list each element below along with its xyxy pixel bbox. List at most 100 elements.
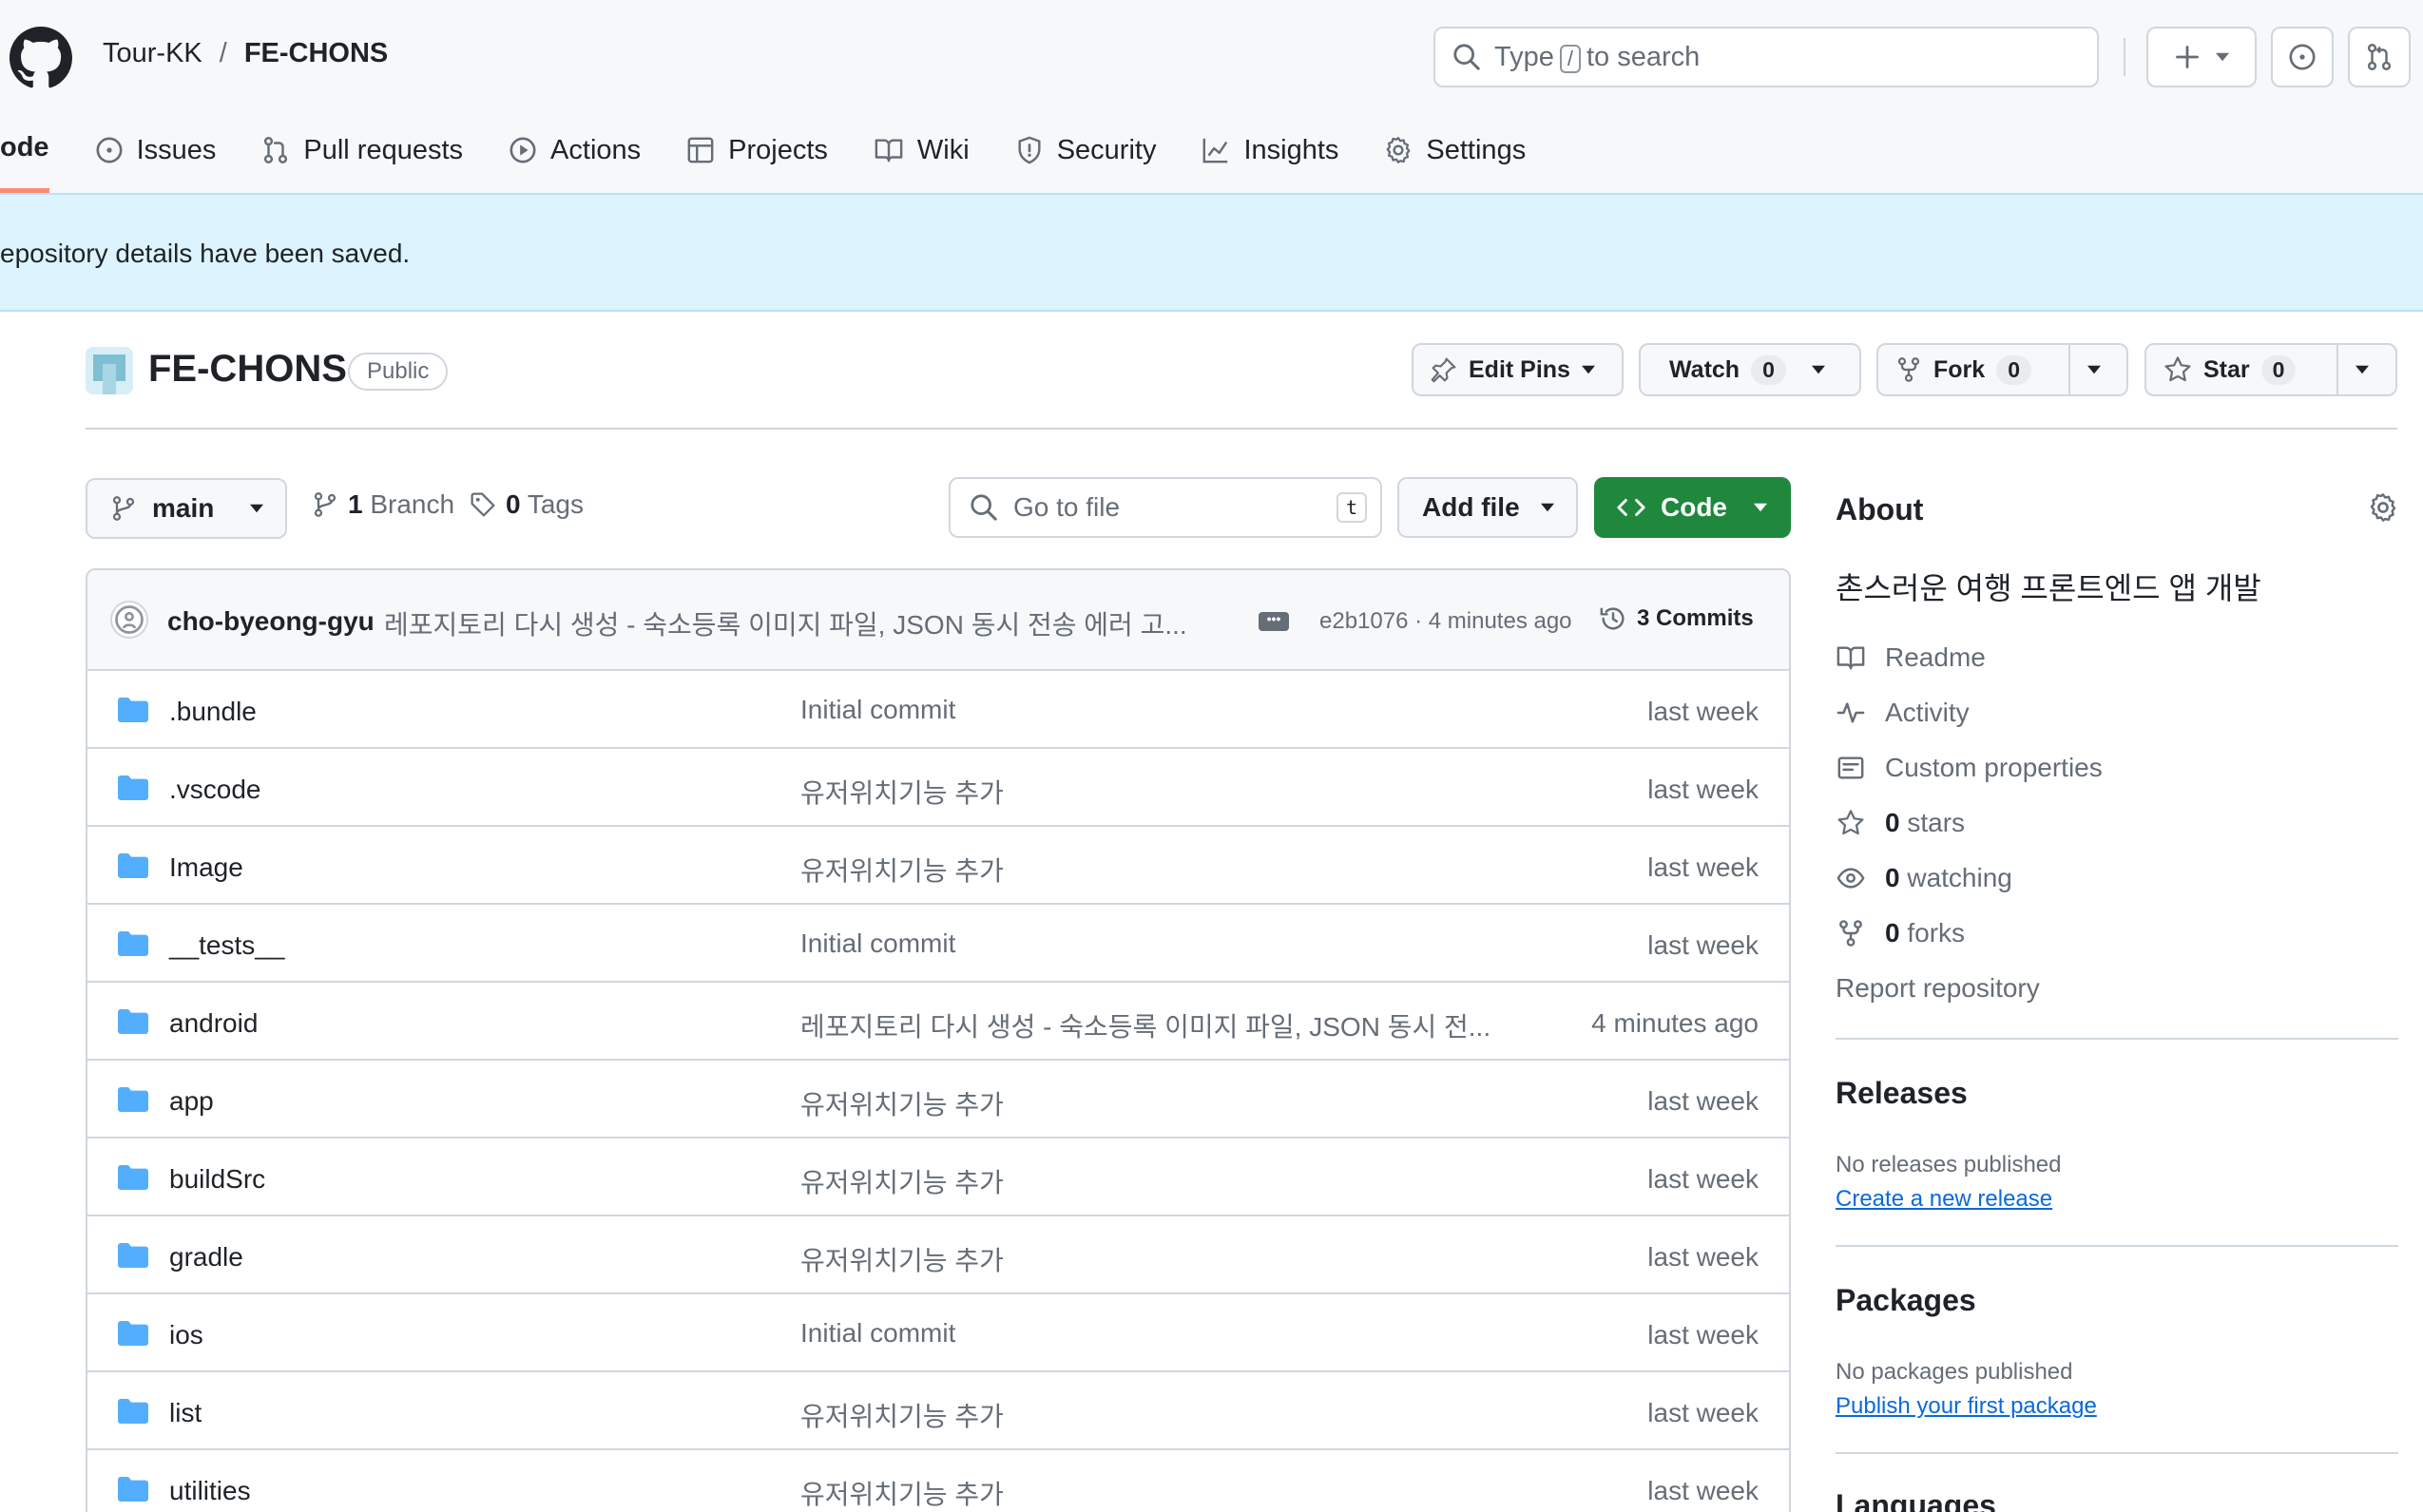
global-search-input[interactable]: Type / to search xyxy=(1433,27,2099,87)
file-commit-message[interactable]: 유저위치기능 추가 xyxy=(800,773,1004,811)
watching-label: watching xyxy=(1907,863,2012,892)
watch-label: Watch xyxy=(1669,355,1740,383)
table-row[interactable]: app 유저위치기능 추가 last week xyxy=(87,1061,1789,1139)
tab-pull-requests[interactable]: Pull requests xyxy=(261,122,463,179)
caret-down-icon xyxy=(250,504,264,513)
create-new-button[interactable] xyxy=(2146,27,2257,87)
breadcrumb-repo[interactable]: FE-CHONS xyxy=(244,38,388,69)
star-icon xyxy=(1837,810,1864,835)
repo-title[interactable]: FE-CHONS xyxy=(148,348,347,391)
tab-settings[interactable]: Settings xyxy=(1384,122,1526,179)
forks-link[interactable]: 0 forks xyxy=(1836,918,1965,948)
stars-link[interactable]: 0 stars xyxy=(1836,808,1965,838)
watch-button[interactable]: Watch 0 xyxy=(1639,343,1861,396)
table-row[interactable]: .bundle Initial commit last week xyxy=(87,671,1789,749)
releases-empty-text: No releases published xyxy=(1836,1152,2062,1177)
tab-projects[interactable]: Projects xyxy=(686,122,828,179)
file-commit-message[interactable]: Initial commit xyxy=(800,695,955,725)
table-row[interactable]: utilities 유저위치기능 추가 last week xyxy=(87,1450,1789,1512)
file-commit-message[interactable]: 유저위치기능 추가 xyxy=(800,1084,1004,1122)
gear-icon[interactable] xyxy=(2368,492,2398,523)
commit-author[interactable]: cho-byeong-gyu xyxy=(167,606,375,637)
custom-properties-link[interactable]: Custom properties xyxy=(1836,753,2103,783)
fork-count: 0 xyxy=(1996,354,2031,385)
file-commit-message[interactable]: 유저위치기능 추가 xyxy=(800,1162,1004,1200)
file-commit-message[interactable]: 유저위치기능 추가 xyxy=(800,1474,1004,1512)
table-row[interactable]: Image 유저위치기능 추가 last week xyxy=(87,827,1789,905)
table-row[interactable]: __tests__ Initial commit last week xyxy=(87,905,1789,983)
caret-down-icon xyxy=(2087,365,2101,374)
file-commit-message[interactable]: 레포지토리 다시 생성 - 숙소등록 이미지 파일, JSON 동시 전... xyxy=(800,1006,1490,1044)
pull-request-icon xyxy=(264,137,288,163)
commit-message[interactable]: 레포지토리 다시 생성 - 숙소등록 이미지 파일, JSON 동시 전송 에러… xyxy=(384,604,1187,642)
github-logo-icon[interactable] xyxy=(10,27,72,89)
tab-label: Issues xyxy=(136,134,217,165)
file-name[interactable]: buildSrc xyxy=(169,1164,265,1195)
visibility-badge: Public xyxy=(348,353,449,391)
tab-actions[interactable]: Actions xyxy=(509,122,641,179)
star-button[interactable]: Star 0 xyxy=(2144,343,2397,396)
file-commit-message[interactable]: 유저위치기능 추가 xyxy=(800,1396,1004,1434)
file-name[interactable]: list xyxy=(169,1398,202,1428)
file-commit-date: 4 minutes ago xyxy=(1591,1008,1759,1038)
flash-message: epository details have been saved. xyxy=(0,239,411,268)
tab-wiki[interactable]: Wiki xyxy=(874,122,970,179)
file-name[interactable]: utilities xyxy=(169,1476,251,1506)
tags-link[interactable]: 0 Tags xyxy=(470,489,584,520)
tab-code[interactable]: ode xyxy=(0,122,49,193)
fork-dropdown[interactable] xyxy=(2068,345,2118,394)
tab-security[interactable]: Security xyxy=(1015,122,1156,179)
table-row[interactable]: android 레포지토리 다시 생성 - 숙소등록 이미지 파일, JSON … xyxy=(87,983,1789,1061)
file-commit-message[interactable]: 유저위치기능 추가 xyxy=(800,851,1004,889)
file-name[interactable]: ios xyxy=(169,1320,203,1350)
code-button[interactable]: Code xyxy=(1594,477,1791,538)
commit-sha-time[interactable]: e2b1076 · 4 minutes ago xyxy=(1319,608,1572,635)
table-row[interactable]: gradle 유저위치기능 추가 last week xyxy=(87,1216,1789,1294)
file-commit-message[interactable]: Initial commit xyxy=(800,928,955,959)
create-release-link[interactable]: Create a new release xyxy=(1836,1186,2052,1213)
packages-heading[interactable]: Packages xyxy=(1836,1283,1976,1318)
table-row[interactable]: .vscode 유저위치기능 추가 last week xyxy=(87,749,1789,827)
file-name[interactable]: gradle xyxy=(169,1242,243,1273)
releases-heading[interactable]: Releases xyxy=(1836,1076,1968,1111)
add-file-button[interactable]: Add file xyxy=(1397,477,1578,538)
report-repository-link[interactable]: Report repository xyxy=(1836,973,2040,1004)
breadcrumb-owner[interactable]: Tour-KK xyxy=(103,38,202,69)
title-divider xyxy=(86,428,2397,430)
readme-link[interactable]: Readme xyxy=(1836,642,1986,673)
publish-package-link[interactable]: Publish your first package xyxy=(1836,1393,2097,1420)
tab-issues[interactable]: Issues xyxy=(95,122,217,179)
fork-button[interactable]: Fork 0 xyxy=(1876,343,2128,396)
tab-insights[interactable]: Insights xyxy=(1202,122,1338,179)
file-commit-date: last week xyxy=(1647,1320,1759,1349)
file-name[interactable]: app xyxy=(169,1086,214,1117)
commits-history-link[interactable]: 3 Commits xyxy=(1599,604,1754,633)
commit-expand-button[interactable]: ••• xyxy=(1259,612,1289,631)
table-row[interactable]: list 유저위치기능 추가 last week xyxy=(87,1372,1789,1450)
file-name[interactable]: .vscode xyxy=(169,775,261,805)
issues-button[interactable] xyxy=(2271,27,2334,87)
tab-label: Settings xyxy=(1426,134,1527,165)
branch-selector[interactable]: main xyxy=(86,478,287,539)
file-name[interactable]: Image xyxy=(169,852,243,883)
pull-requests-button[interactable] xyxy=(2348,27,2411,87)
add-file-label: Add file xyxy=(1422,492,1520,522)
file-name[interactable]: .bundle xyxy=(169,697,257,727)
file-commit-message[interactable]: 유저위치기능 추가 xyxy=(800,1240,1004,1278)
file-name[interactable]: android xyxy=(169,1008,258,1039)
star-label: Star xyxy=(2203,355,2250,383)
branches-link[interactable]: 1 Branch xyxy=(312,489,454,520)
edit-pins-button[interactable]: Edit Pins xyxy=(1412,343,1624,396)
file-commit-message[interactable]: Initial commit xyxy=(800,1318,955,1349)
watch-dropdown[interactable] xyxy=(1802,345,1835,394)
go-to-file-input[interactable]: Go to file t xyxy=(949,477,1382,538)
activity-link[interactable]: Activity xyxy=(1836,698,1970,728)
file-commit-date: last week xyxy=(1647,1476,1759,1505)
table-row[interactable]: buildSrc 유저위치기능 추가 last week xyxy=(87,1139,1789,1216)
folder-icon xyxy=(118,1009,148,1034)
table-row[interactable]: ios Initial commit last week xyxy=(87,1294,1789,1372)
file-name[interactable]: __tests__ xyxy=(169,930,284,961)
star-dropdown[interactable] xyxy=(2336,345,2386,394)
author-avatar[interactable] xyxy=(110,601,148,639)
watching-link[interactable]: 0 watching xyxy=(1836,863,2012,893)
